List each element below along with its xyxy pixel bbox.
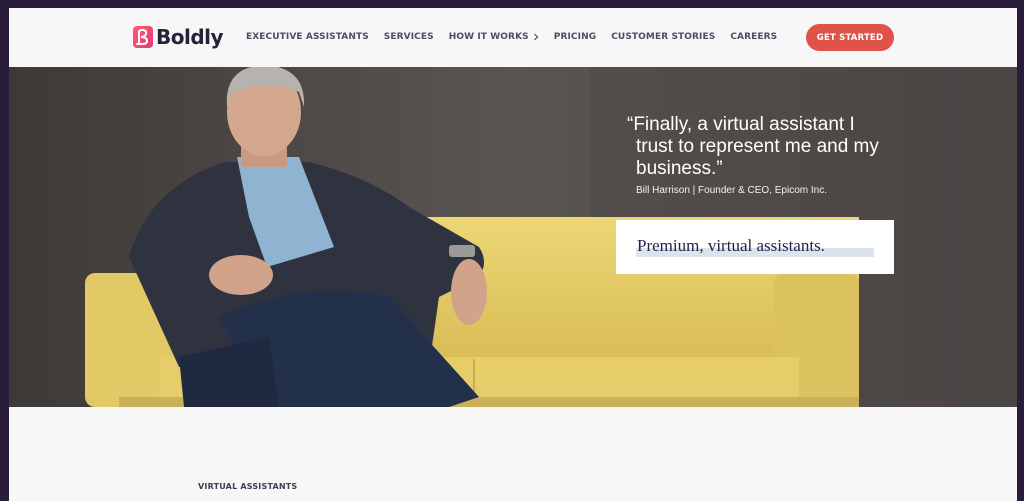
testimonial-attribution: Bill Harrison | Founder & CEO, Epicom In… xyxy=(636,185,827,196)
tagline-card: Premium, virtual assistants. xyxy=(616,220,894,274)
nav-how-it-works[interactable]: HOW IT WORKS xyxy=(449,32,539,42)
nav-label: HOW IT WORKS xyxy=(448,32,529,42)
brand-logo[interactable]: Boldly xyxy=(133,25,224,49)
hero-banner: “Finally, a virtual assistant I trust to… xyxy=(9,67,1017,407)
main-nav: EXECUTIVE ASSISTANTS SERVICES HOW IT WOR… xyxy=(246,32,792,42)
boldly-logo-icon xyxy=(133,26,153,48)
testimonial-quote: “Finally, a virtual assistant I trust to… xyxy=(627,114,927,180)
nav-label: PRICING xyxy=(553,32,597,42)
site-header: Boldly EXECUTIVE ASSISTANTS SERVICES HOW… xyxy=(9,8,1017,67)
nav-label: CAREERS xyxy=(730,32,778,42)
tagline-text: Premium, virtual assistants. xyxy=(637,236,825,255)
section-label: VIRTUAL ASSISTANTS xyxy=(198,482,298,491)
nav-label: SERVICES xyxy=(383,32,434,42)
nav-label: EXECUTIVE ASSISTANTS xyxy=(246,32,369,42)
chevron-right-icon xyxy=(533,33,539,41)
get-started-button[interactable]: GET STARTED xyxy=(806,24,894,51)
page: Boldly EXECUTIVE ASSISTANTS SERVICES HOW… xyxy=(9,8,1017,501)
nav-pricing[interactable]: PRICING xyxy=(554,32,596,42)
nav-executive-assistants[interactable]: EXECUTIVE ASSISTANTS xyxy=(246,32,369,42)
quote-line: business.” xyxy=(636,158,723,179)
nav-services[interactable]: SERVICES xyxy=(384,32,434,42)
nav-careers[interactable]: CAREERS xyxy=(730,32,777,42)
quote-line: trust to represent me and my xyxy=(636,136,879,157)
brand-name: Boldly xyxy=(156,25,224,49)
quote-line: “Finally, a virtual assistant I xyxy=(627,114,855,135)
nav-label: CUSTOMER STORIES xyxy=(611,32,716,42)
nav-customer-stories[interactable]: CUSTOMER STORIES xyxy=(611,32,715,42)
